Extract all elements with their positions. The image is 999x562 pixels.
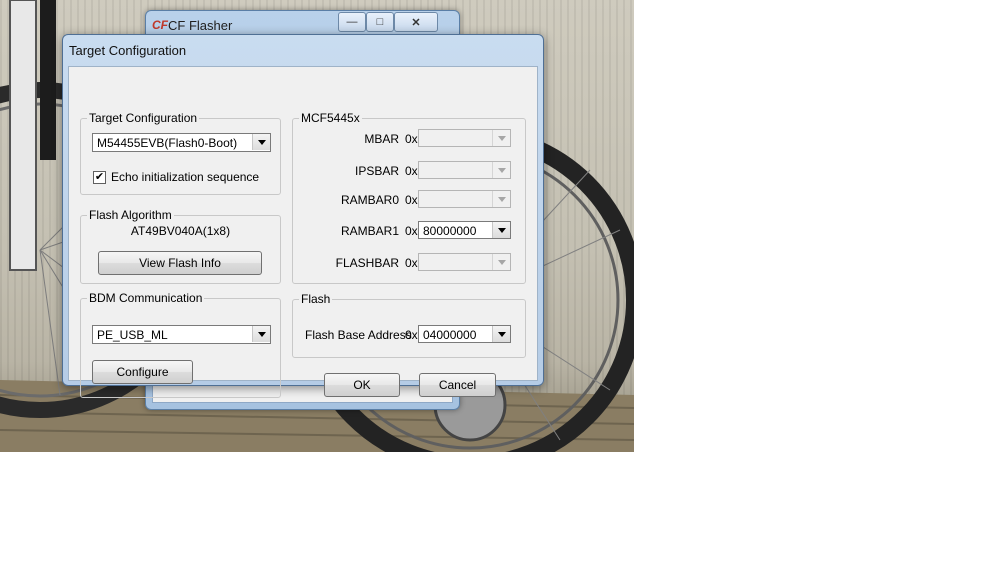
dialog-title: Target Configuration (69, 43, 187, 58)
minimize-icon: — (346, 16, 358, 28)
cancel-button[interactable]: Cancel (419, 373, 496, 397)
target-configuration-legend: Target Configuration (89, 111, 198, 125)
flash-base-address-value: 04000000 (423, 328, 477, 342)
chevron-down-icon (492, 162, 510, 178)
rambar0-select[interactable] (418, 190, 511, 208)
chevron-down-icon (492, 254, 510, 270)
configure-button[interactable]: Configure (92, 360, 193, 384)
target-select[interactable]: M54455EVB(Flash0-Boot) (92, 133, 271, 152)
echo-checkbox[interactable]: ✔ (93, 171, 106, 184)
flash-legend: Flash (301, 292, 331, 306)
rambar1-label: RAMBAR1 (340, 224, 399, 238)
flash-base-prefix: 0x (405, 328, 418, 342)
rambar1-select[interactable]: 80000000 (418, 221, 511, 239)
maximize-button[interactable]: □ (366, 12, 394, 32)
mcf5445x-legend: MCF5445x (301, 111, 360, 125)
mbar-select[interactable] (418, 129, 511, 147)
chevron-down-icon (252, 326, 270, 342)
checkmark-icon: ✔ (94, 171, 105, 183)
target-select-value: M54455EVB(Flash0-Boot) (97, 136, 238, 150)
bdm-interface-value: PE_USB_ML (97, 328, 168, 342)
bdm-communication-legend: BDM Communication (89, 291, 203, 305)
chevron-down-icon (492, 130, 510, 146)
bdm-interface-select[interactable]: PE_USB_ML (92, 325, 271, 344)
rambar1-value: 80000000 (423, 224, 477, 238)
cf-logo-icon: CF (152, 18, 168, 32)
close-icon: ✕ (411, 16, 421, 29)
ipsbar-select[interactable] (418, 161, 511, 179)
rambar0-prefix: 0x (405, 193, 418, 207)
close-button[interactable]: ✕ (394, 12, 438, 32)
chevron-down-icon (252, 134, 270, 150)
flashbar-select[interactable] (418, 253, 511, 271)
flashbar-label: FLASHBAR (335, 256, 399, 270)
view-flash-info-button[interactable]: View Flash Info (98, 251, 262, 275)
echo-checkbox-label: Echo initialization sequence (111, 170, 260, 184)
mbar-prefix: 0x (405, 132, 418, 146)
dialog-client-area: Target Configuration M54455EVB(Flash0-Bo… (68, 66, 538, 398)
chevron-down-icon (492, 326, 510, 342)
rambar0-label: RAMBAR0 (340, 193, 399, 207)
flash-base-address-label: Flash Base Address (305, 328, 412, 342)
flash-algorithm-legend: Flash Algorithm (89, 208, 172, 222)
ipsbar-prefix: 0x (405, 164, 418, 178)
flash-base-address-select[interactable]: 04000000 (418, 325, 511, 343)
cf-flasher-title: CF Flasher (168, 18, 233, 33)
maximize-icon: □ (376, 16, 384, 28)
flash-algorithm-value: AT49BV040A(1x8) (130, 224, 231, 238)
target-configuration-dialog: Target Configuration Target Configuratio… (62, 34, 544, 398)
chevron-down-icon (492, 191, 510, 207)
mbar-label: MBAR (364, 132, 399, 146)
ipsbar-label: IPSBAR (354, 164, 399, 178)
ok-button[interactable]: OK (324, 373, 400, 397)
minimize-button[interactable]: — (338, 12, 366, 32)
rambar1-prefix: 0x (405, 224, 418, 238)
flashbar-prefix: 0x (405, 256, 418, 270)
chevron-down-icon (492, 222, 510, 238)
